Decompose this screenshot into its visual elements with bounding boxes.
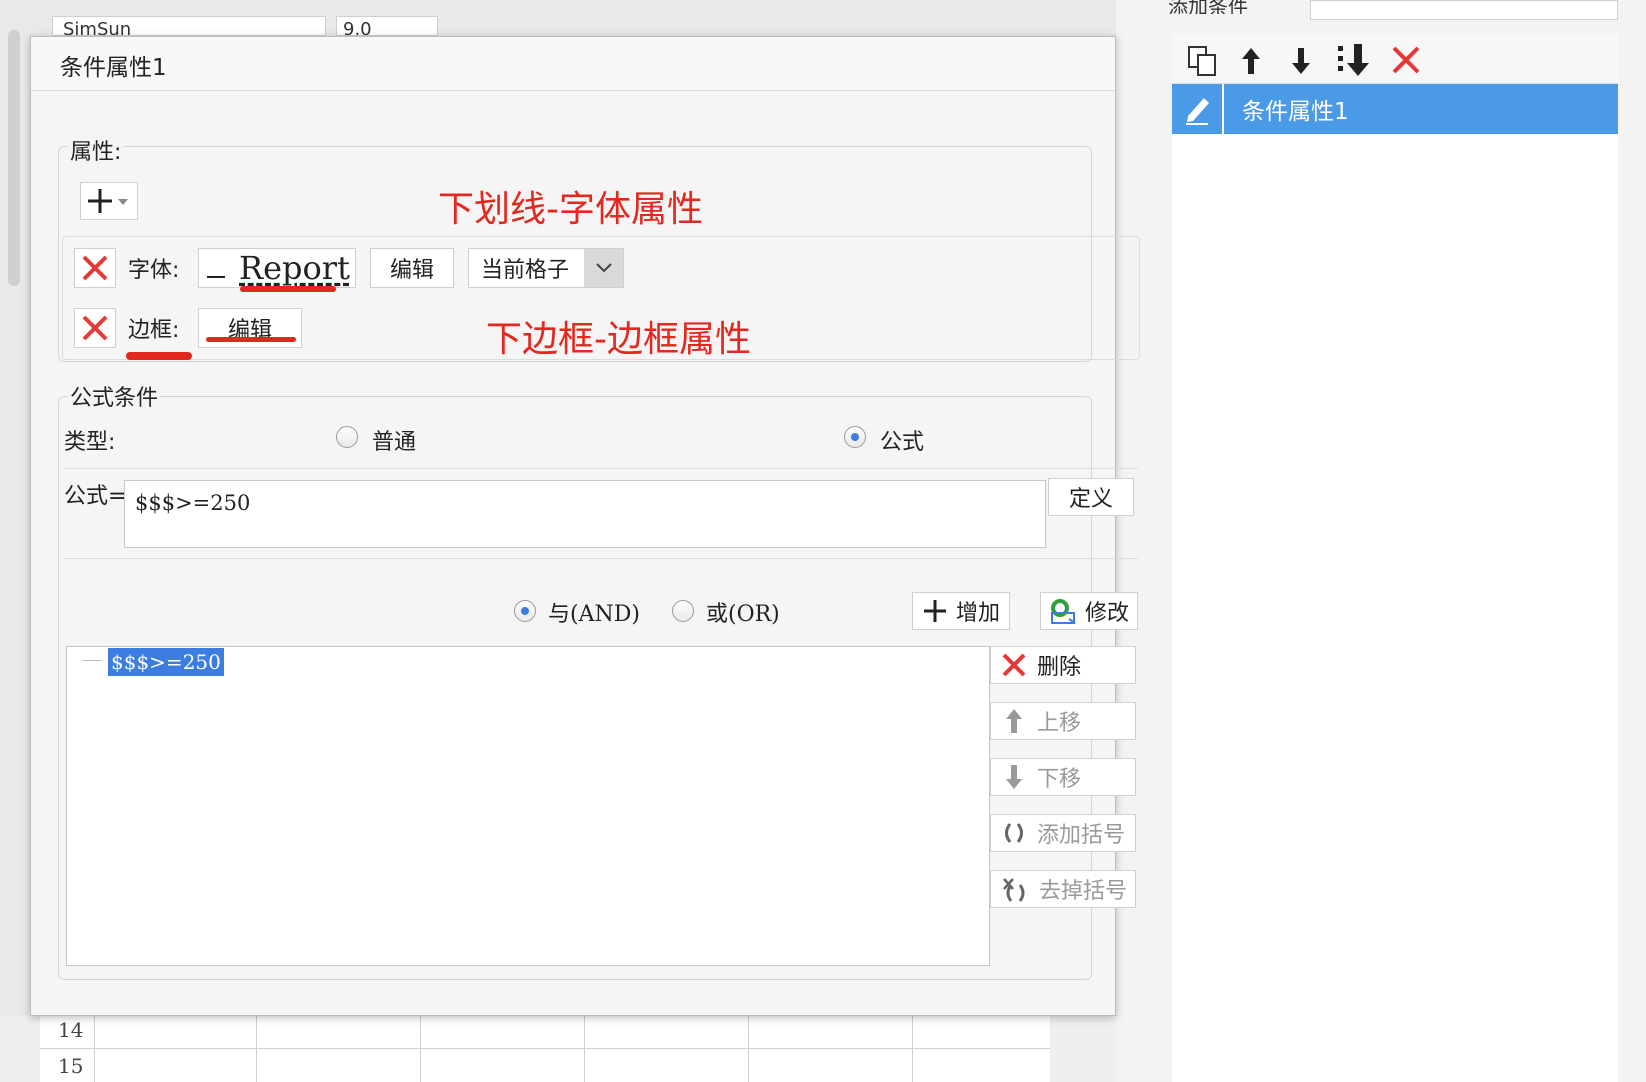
right-panel-selected-item[interactable] [1172,84,1618,134]
define-button[interactable]: 定义 [1048,478,1134,516]
remove-bracket-label: 去掉括号 [1039,879,1128,904]
modify-condition-label: 修改 [1084,601,1129,626]
edit-pencil-icon [1186,98,1209,125]
plus-dropdown-icon [88,189,128,213]
divider [64,468,1138,469]
remove-bracket-button[interactable]: 去掉括号 [990,870,1136,908]
grid-col-line [912,1016,913,1082]
settings-edit-icon [1050,599,1076,624]
grid-col-line [256,1016,257,1082]
formula-condition-group-label: 公式条件 [68,380,161,412]
grid-col-line [584,1016,585,1082]
properties-group-label: 属性: [68,134,124,166]
copy-icon[interactable] [1186,44,1220,78]
row-number: 14 [58,1018,84,1042]
delete-condition-button[interactable]: 删除 [990,646,1136,684]
dialog-title-bar[interactable] [31,37,1115,91]
row-number: 15 [58,1054,84,1078]
type-formula-radio[interactable] [844,426,866,448]
move-down-label: 下移 [1037,767,1082,792]
arrow-down-icon[interactable] [1286,44,1316,78]
annotation-border-label-mark [126,352,192,360]
background-scrollbar[interactable] [8,30,20,286]
font-preview-text: Report [239,249,350,287]
type-normal-radio[interactable] [336,426,358,448]
remove-font-property-button[interactable] [74,248,116,288]
remove-border-property-button[interactable] [74,308,116,348]
or-radio[interactable] [672,600,694,622]
and-radio[interactable] [514,600,536,622]
font-edit-button[interactable]: 编辑 [370,248,454,288]
toolbar-font-select[interactable]: SimSun [52,16,326,36]
delete-condition-icon[interactable] [1390,44,1422,76]
add-bracket-button[interactable]: 添加括号 [990,814,1136,852]
font-preview-underline-sample [207,276,225,278]
formula-input-value: $$$>=250 [135,491,251,515]
dialog-title: 条件属性1 [60,55,167,81]
formula-label: 公式= [64,484,127,509]
right-panel-title: 添加条件 [1168,0,1248,14]
right-panel-input[interactable] [1310,0,1618,20]
arrow-down-icon [1006,765,1022,789]
annotation-bottom-border-mark [206,337,296,342]
border-edit-button[interactable]: 编辑 [198,308,302,348]
grid-col-line [420,1016,421,1082]
annotation-bottom-border: 下边框-边框属性 [486,319,751,360]
type-formula-label[interactable]: 公式 [880,424,924,456]
right-panel-item-label: 条件属性1 [1242,99,1349,125]
delete-x-icon [1002,653,1026,677]
grid-row-line [40,1048,1050,1049]
font-preview-box: Report [198,248,356,288]
toolbar-size-select[interactable]: 9.0 [336,16,438,36]
arrow-up-icon [1006,709,1022,733]
chevron-down-icon [595,263,612,273]
annotation-font-underline: 下划线-字体属性 [438,189,703,230]
remove-brackets-icon [1003,878,1025,902]
and-label[interactable]: 与(AND) [548,596,640,628]
divider [64,558,1138,559]
delete-x-icon [82,255,108,281]
apply-scope-value: 当前格子 [481,258,570,283]
tree-connector [82,660,102,661]
grid-col-line [748,1016,749,1082]
formula-input[interactable]: $$$>=250 [124,480,1046,548]
add-condition-label: 增加 [955,601,1000,626]
type-label: 类型: [64,430,116,455]
add-condition-button[interactable]: 增加 [912,592,1010,630]
grid-col-line [94,1016,95,1082]
font-label: 字体: [128,258,180,283]
delete-condition-label: 删除 [1037,655,1082,680]
move-up-button[interactable]: 上移 [990,702,1136,740]
plus-icon [923,600,946,622]
or-label[interactable]: 或(OR) [706,596,780,628]
right-panel-list [1172,134,1618,1082]
add-bracket-label: 添加括号 [1037,823,1126,848]
right-panel-item-divider [1222,84,1224,134]
modify-condition-button[interactable]: 修改 [1040,592,1138,630]
add-property-button[interactable] [80,182,138,220]
move-down-button[interactable]: 下移 [990,758,1136,796]
arrow-up-icon[interactable] [1236,44,1266,78]
type-normal-label[interactable]: 普通 [372,424,416,456]
condition-tree[interactable] [66,646,990,966]
spreadsheet-grid [40,1016,1050,1082]
delete-x-icon [82,315,108,341]
move-up-label: 上移 [1037,711,1082,736]
annotation-underline-mark [240,286,336,292]
move-bottom-icon[interactable] [1336,42,1372,78]
condition-tree-item[interactable]: $$$>=250 [108,648,224,676]
border-label: 边框: [128,318,180,343]
apply-scope-dropdown-button[interactable] [584,249,623,287]
brackets-icon [1005,823,1023,843]
